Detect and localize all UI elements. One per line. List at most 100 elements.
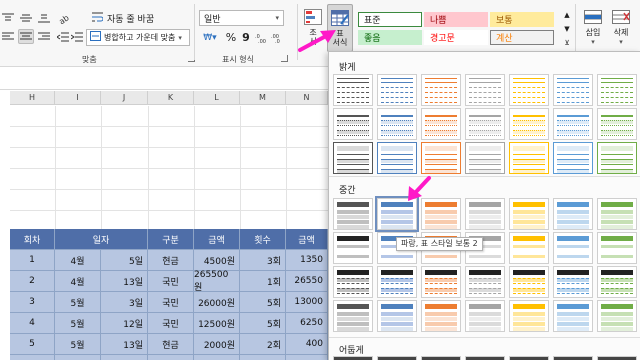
- table-style-option[interactable]: [377, 108, 417, 140]
- table-style-option[interactable]: [421, 74, 461, 106]
- table-cell[interactable]: 3회: [240, 250, 286, 271]
- table-style-option[interactable]: [465, 74, 505, 106]
- table-cell[interactable]: 26000원: [194, 292, 240, 313]
- table-style-option[interactable]: [465, 266, 505, 298]
- column-header[interactable]: L: [194, 91, 240, 105]
- align-middle-icon[interactable]: [18, 10, 34, 25]
- table-cell[interactable]: 4500원: [194, 250, 240, 271]
- align-center-icon[interactable]: [18, 29, 34, 44]
- align-left-icon[interactable]: [0, 29, 16, 44]
- table-style-option[interactable]: [333, 266, 373, 298]
- table-style-option[interactable]: [597, 356, 637, 360]
- table-cell[interactable]: 12일: [101, 313, 148, 334]
- table-cell[interactable]: 4월: [55, 250, 101, 271]
- column-header[interactable]: I: [55, 91, 101, 105]
- insert-button[interactable]: 삽입 ▾: [580, 6, 606, 50]
- table-header-cell[interactable]: 일자: [55, 229, 148, 250]
- table-style-option[interactable]: [553, 356, 593, 360]
- table-style-option[interactable]: [509, 198, 549, 230]
- table-cell[interactable]: 12500원: [194, 313, 240, 334]
- table-cell[interactable]: 5: [10, 334, 55, 355]
- column-header[interactable]: M: [240, 91, 286, 105]
- table-header-cell[interactable]: 금액: [286, 229, 328, 250]
- table-style-option[interactable]: [553, 74, 593, 106]
- table-style-option[interactable]: [509, 266, 549, 298]
- table-cell[interactable]: 5월: [55, 292, 101, 313]
- wrap-text-button[interactable]: 자동 줄 바꿈: [88, 10, 158, 26]
- table-style-option[interactable]: [509, 300, 549, 332]
- table-style-option[interactable]: [421, 108, 461, 140]
- table-cell[interactable]: 5회: [240, 313, 286, 334]
- table-cell[interactable]: 현금: [148, 250, 194, 271]
- table-style-option[interactable]: [333, 300, 373, 332]
- table-cell[interactable]: 265500원: [194, 270, 240, 293]
- table-style-option[interactable]: [597, 300, 637, 332]
- table-cell[interactable]: 2회: [240, 334, 286, 355]
- table-style-option[interactable]: [597, 142, 637, 174]
- table-style-option[interactable]: [421, 142, 461, 174]
- table-style-option[interactable]: [377, 300, 417, 332]
- orientation-icon[interactable]: ab: [56, 10, 74, 25]
- table-style-option[interactable]: [597, 108, 637, 140]
- table-style-option[interactable]: [421, 266, 461, 298]
- table-cell[interactable]: 2000원: [194, 334, 240, 355]
- styles-scroll-up-icon[interactable]: ▲: [562, 8, 572, 22]
- table-cell[interactable]: [286, 355, 328, 360]
- table-style-option[interactable]: [377, 356, 417, 360]
- table-cell[interactable]: 5회: [240, 292, 286, 313]
- decrease-indent-icon[interactable]: [56, 29, 70, 44]
- cell-style-option[interactable]: 보통: [490, 12, 554, 27]
- table-style-option[interactable]: [465, 108, 505, 140]
- table-cell[interactable]: 1350: [286, 250, 328, 271]
- align-bottom-icon[interactable]: [36, 10, 52, 25]
- table-cell[interactable]: 5월: [55, 313, 101, 334]
- table-cell[interactable]: 6250: [286, 313, 328, 334]
- number-launcher-icon[interactable]: [281, 55, 288, 62]
- delete-button[interactable]: 삭제 ▾: [608, 6, 634, 50]
- table-cell[interactable]: 400: [286, 334, 328, 355]
- table-style-option[interactable]: [553, 108, 593, 140]
- column-header[interactable]: K: [148, 91, 194, 105]
- table-style-option[interactable]: [377, 142, 417, 174]
- table-style-option[interactable]: [465, 198, 505, 230]
- table-cell[interactable]: [148, 355, 194, 360]
- currency-button[interactable]: ₩▾: [199, 30, 221, 45]
- merge-center-button[interactable]: 병합하고 가운데 맞춤 ▾: [86, 29, 190, 46]
- table-style-option[interactable]: [377, 266, 417, 298]
- table-style-option[interactable]: [597, 74, 637, 106]
- table-header-cell[interactable]: 구분: [148, 229, 194, 250]
- table-header-cell[interactable]: 금액: [194, 229, 240, 250]
- table-style-option[interactable]: [597, 232, 637, 264]
- table-style-option[interactable]: [465, 300, 505, 332]
- table-style-option[interactable]: [333, 356, 373, 360]
- cell-style-option[interactable]: 좋음: [358, 30, 422, 45]
- table-cell[interactable]: 4월: [55, 271, 101, 292]
- table-cell[interactable]: 13일: [101, 271, 148, 292]
- table-cell[interactable]: 5일: [101, 250, 148, 271]
- table-cell[interactable]: [194, 355, 240, 360]
- table-header-cell[interactable]: 회차: [10, 229, 55, 250]
- table-cell[interactable]: 국민: [148, 313, 194, 334]
- table-style-option[interactable]: [333, 198, 373, 230]
- styles-scroll-down-icon[interactable]: ▼: [562, 22, 572, 36]
- column-header[interactable]: N: [286, 91, 328, 105]
- table-cell[interactable]: 5월: [55, 334, 101, 355]
- table-style-option[interactable]: [377, 74, 417, 106]
- table-style-option[interactable]: [333, 108, 373, 140]
- table-style-option[interactable]: [597, 266, 637, 298]
- table-cell[interactable]: 1회: [240, 271, 286, 292]
- table-style-option[interactable]: [465, 356, 505, 360]
- table-style-option[interactable]: [509, 232, 549, 264]
- table-style-option[interactable]: [553, 266, 593, 298]
- column-header[interactable]: H: [10, 91, 55, 105]
- column-header[interactable]: J: [101, 91, 148, 105]
- align-right-icon[interactable]: [36, 29, 52, 44]
- cell-style-option[interactable]: 계산: [490, 30, 554, 45]
- table-style-option[interactable]: [333, 232, 373, 264]
- table-cell[interactable]: 13000: [286, 292, 328, 313]
- decrease-decimal-icon[interactable]: .00.0: [270, 30, 284, 45]
- table-cell[interactable]: [55, 355, 101, 360]
- table-cell[interactable]: 2: [10, 271, 55, 292]
- table-style-option[interactable]: [333, 74, 373, 106]
- table-style-option[interactable]: [509, 356, 549, 360]
